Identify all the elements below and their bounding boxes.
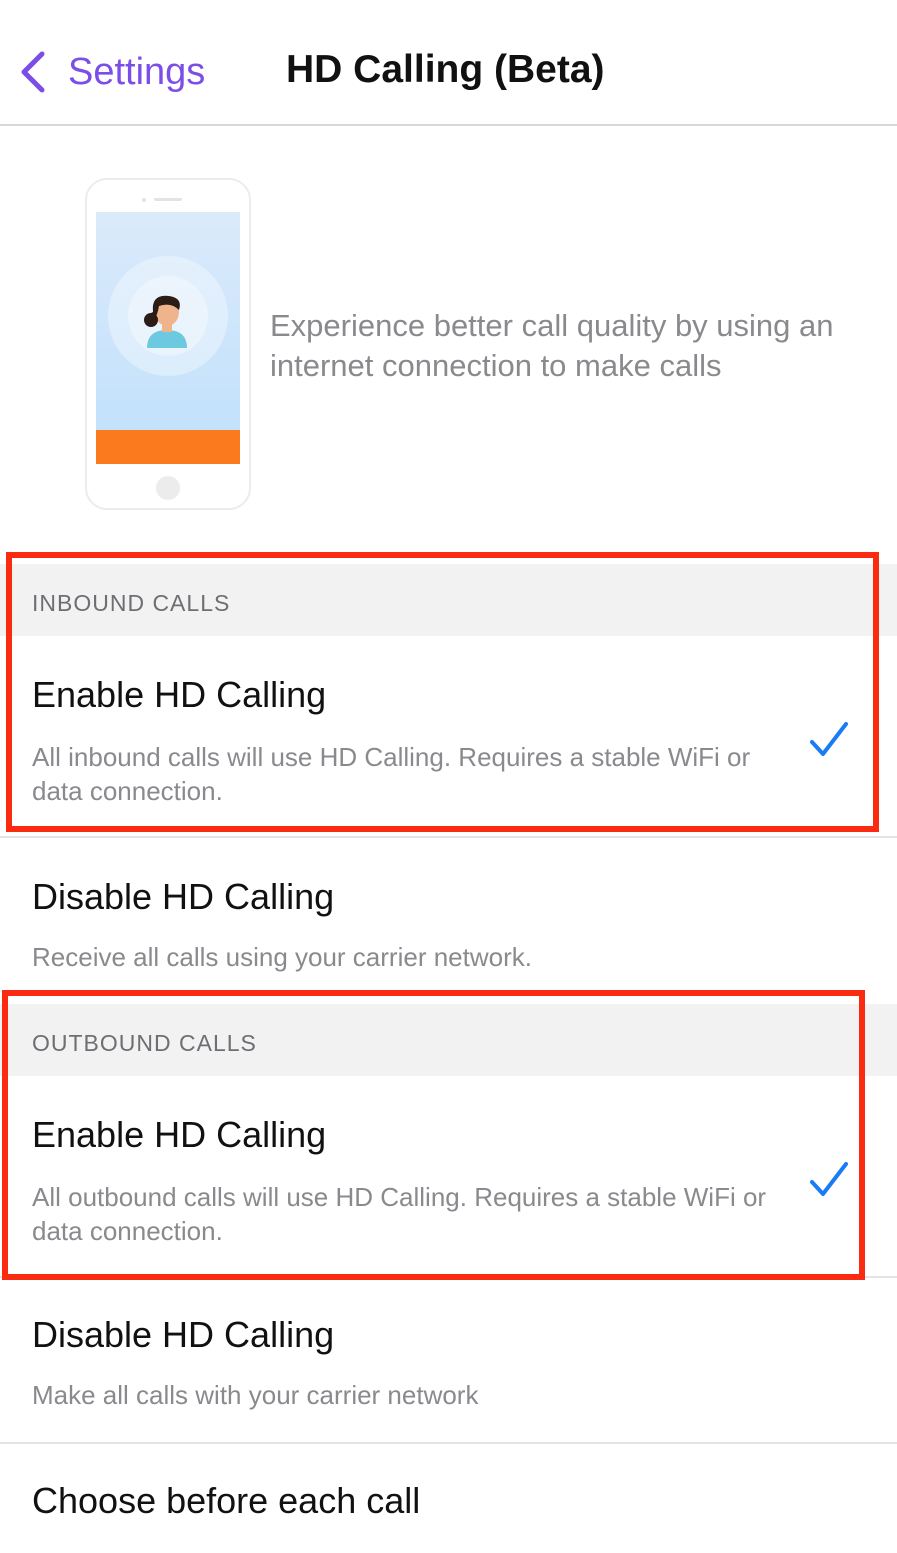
phone-illustration xyxy=(85,178,251,510)
option-title: Disable HD Calling xyxy=(32,1314,335,1355)
checkmark-icon xyxy=(810,1162,848,1196)
hero-description: Experience better call quality by using … xyxy=(270,308,834,383)
chevron-left-icon xyxy=(21,51,45,93)
option-subtitle: All outbound calls will use HD Calling. … xyxy=(32,1182,767,1246)
option-title: Enable HD Calling xyxy=(32,674,327,715)
inbound-disable-option[interactable]: Disable HD Calling Receive all calls usi… xyxy=(0,838,897,998)
outbound-choose-option[interactable]: Choose before each call xyxy=(0,1444,897,1553)
phone-home-button xyxy=(156,476,180,500)
inbound-section-header: INBOUND CALLS xyxy=(0,564,897,636)
outbound-header-label: OUTBOUND CALLS xyxy=(32,1030,257,1056)
option-subtitle: All inbound calls will use HD Calling. R… xyxy=(32,742,751,806)
option-title: Choose before each call xyxy=(32,1480,421,1521)
phone-camera xyxy=(142,198,146,202)
checkmark-icon xyxy=(810,722,848,756)
phone-screen xyxy=(96,212,240,464)
option-subtitle: Receive all calls using your carrier net… xyxy=(32,942,532,972)
option-title: Enable HD Calling xyxy=(32,1114,327,1155)
inbound-header-label: INBOUND CALLS xyxy=(32,590,231,616)
phone-call-bar xyxy=(96,430,240,464)
page-title: HD Calling (Beta) xyxy=(286,48,605,91)
person-avatar-icon xyxy=(144,295,187,348)
hero-section: Experience better call quality by using … xyxy=(0,126,897,554)
outbound-disable-option[interactable]: Disable HD Calling Make all calls with y… xyxy=(0,1278,897,1440)
back-button-label: Settings xyxy=(68,50,206,93)
inbound-enable-option[interactable]: Enable HD Calling All inbound calls will… xyxy=(0,636,897,834)
back-button[interactable]: Settings xyxy=(18,44,205,100)
navigation-bar: Settings HD Calling (Beta) xyxy=(0,0,897,126)
outbound-section-header: OUTBOUND CALLS xyxy=(0,1004,897,1076)
option-subtitle: Make all calls with your carrier network xyxy=(32,1380,479,1410)
outbound-enable-option[interactable]: Enable HD Calling All outbound calls wil… xyxy=(0,1076,897,1274)
phone-speaker xyxy=(154,198,182,201)
option-title: Disable HD Calling xyxy=(32,876,335,917)
